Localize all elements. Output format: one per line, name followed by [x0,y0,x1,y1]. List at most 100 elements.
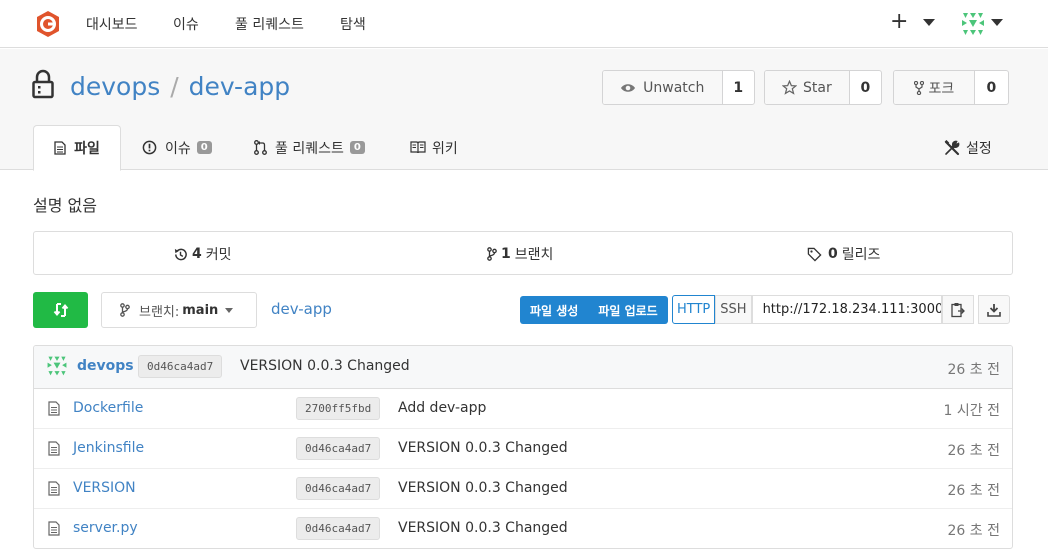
repo-tabs: 파일 이슈 0 풀 리퀘스트 0 위키 설정 [0,125,1048,171]
issue-opened-icon [142,140,157,155]
tab-settings-label: 설정 [966,140,992,157]
nav-explore[interactable]: 탐색 [340,14,366,34]
repo-path-link[interactable]: dev-app [271,300,332,318]
nav-pulls[interactable]: 풀 리퀘스트 [235,14,304,34]
file-text-icon [48,401,60,416]
issues-count-badge: 0 [196,141,212,154]
create-menu-button[interactable]: + [890,9,936,34]
file-commit-message[interactable]: VERSION 0.0.3 Changed [398,520,568,536]
branch-selector[interactable]: 브랜치: main [101,292,257,328]
repo-description: 설명 없음 [33,196,97,215]
file-name-link[interactable]: Dockerfile [73,400,143,416]
branches-count: 1 [501,246,511,262]
tools-icon [944,139,960,155]
file-commit-time: 26 초 전 [947,483,1000,499]
fork-icon [913,80,924,95]
tab-wiki[interactable]: 위키 [410,125,458,170]
commit-author-link[interactable]: devops [77,358,134,374]
tab-wiki-label: 위키 [432,140,458,157]
file-icon [54,141,66,155]
repo-title: devops / dev-app [70,72,290,101]
tab-files-label: 파일 [74,141,100,157]
repo-stats-bar: 4 커밋 1 브랜치 0 릴리즈 [33,231,1013,275]
download-button[interactable] [977,295,1010,324]
nav-dashboard[interactable]: 대시보드 [86,14,138,34]
watch-button-group: Unwatch 1 [602,70,755,105]
avatar [47,356,67,376]
user-menu-button[interactable] [959,10,1007,38]
new-file-button[interactable]: 파일 생성 [520,296,588,324]
file-table: devops 0d46ca4ad7 VERSION 0.0.3 Changed … [33,345,1013,549]
file-action-buttons: 파일 생성 파일 업로드 [520,296,668,324]
tab-pull-requests[interactable]: 풀 리퀘스트 0 [254,125,365,170]
clone-url-input[interactable]: http://172.18.234.111:3000/devops/dev-ap… [751,295,942,324]
tag-icon [807,247,822,262]
star-button[interactable]: Star [765,71,850,104]
lock-icon [32,69,54,99]
commit-message: VERSION 0.0.3 Changed [240,358,410,374]
file-name-link[interactable]: VERSION [73,480,136,496]
upload-file-button[interactable]: 파일 업로드 [588,296,667,324]
tab-issues[interactable]: 이슈 0 [142,125,212,170]
file-name-link[interactable]: server.py [73,520,138,536]
latest-commit-header: devops 0d46ca4ad7 VERSION 0.0.3 Changed … [34,346,1012,389]
tab-files[interactable]: 파일 [33,125,121,171]
file-text-icon [48,441,60,456]
sync-icon [53,303,68,317]
releases-count: 0 [828,246,838,262]
branch-icon [120,303,130,317]
tab-settings[interactable]: 설정 [944,125,992,170]
file-commit-message[interactable]: Add dev-app [398,400,486,416]
table-row: server.py 0d46ca4ad7 VERSION 0.0.3 Chang… [34,509,1012,548]
file-commit-time: 26 초 전 [947,523,1000,539]
http-clone-button[interactable]: HTTP [672,295,716,324]
current-branch-name: main [182,302,219,318]
branch-icon [487,247,497,261]
eye-icon [621,83,636,92]
star-icon [782,80,797,95]
table-row: Dockerfile 2700ff5fbd Add dev-app 1 시간 전 [34,389,1012,429]
pull-request-icon [254,140,267,155]
compare-button[interactable] [33,292,88,328]
download-icon [986,303,1001,317]
releases-link[interactable]: 0 릴리즈 [807,244,880,264]
branches-label: 브랜치 [514,247,554,263]
tab-issues-label: 이슈 [165,140,191,157]
plus-icon: + [890,9,909,34]
commit-sha-link[interactable]: 0d46ca4ad7 [138,355,223,378]
file-commit-sha[interactable]: 2700ff5fbd [296,397,381,420]
fork-count[interactable]: 0 [975,71,1008,104]
fork-label: 포크 [928,80,955,97]
file-commit-sha[interactable]: 0d46ca4ad7 [296,437,381,460]
repo-owner-link[interactable]: devops [70,72,160,101]
clipboard-icon [950,302,965,317]
pulls-count-badge: 0 [349,141,365,154]
commits-label: 커밋 [205,247,232,263]
clone-panel: HTTP SSH http://172.18.234.111:3000/devo… [672,295,1010,324]
star-count[interactable]: 0 [850,71,881,104]
branches-link[interactable]: 1 브랜치 [487,244,553,264]
releases-label: 릴리즈 [841,247,881,263]
gogs-logo-icon[interactable] [34,10,62,38]
commits-count: 4 [192,246,202,262]
file-commit-sha[interactable]: 0d46ca4ad7 [296,477,381,500]
top-navbar: 대시보드 이슈 풀 리퀘스트 탐색 + [0,0,1048,48]
copy-url-button[interactable] [941,295,974,324]
file-commit-sha[interactable]: 0d46ca4ad7 [296,517,381,540]
watch-count[interactable]: 1 [723,71,754,104]
file-name-link[interactable]: Jenkinsfile [73,440,144,456]
chevron-down-icon [991,19,1003,26]
nav-issues[interactable]: 이슈 [173,14,199,34]
unwatch-button[interactable]: Unwatch [603,71,723,104]
file-commit-message[interactable]: VERSION 0.0.3 Changed [398,440,568,456]
file-text-icon [48,481,60,496]
fork-button[interactable]: 포크 [894,71,975,104]
ssh-clone-button[interactable]: SSH [715,295,752,324]
chevron-down-icon [923,18,936,26]
repo-name-link[interactable]: dev-app [189,72,290,101]
commits-link[interactable]: 4 커밋 [173,244,232,264]
fork-button-group: 포크 0 [893,70,1009,105]
file-commit-message[interactable]: VERSION 0.0.3 Changed [398,480,568,496]
commit-time: 26 초 전 [947,362,1000,378]
repo-header: devops / dev-app Unwatch 1 Star 0 포크 0 파… [0,49,1048,171]
